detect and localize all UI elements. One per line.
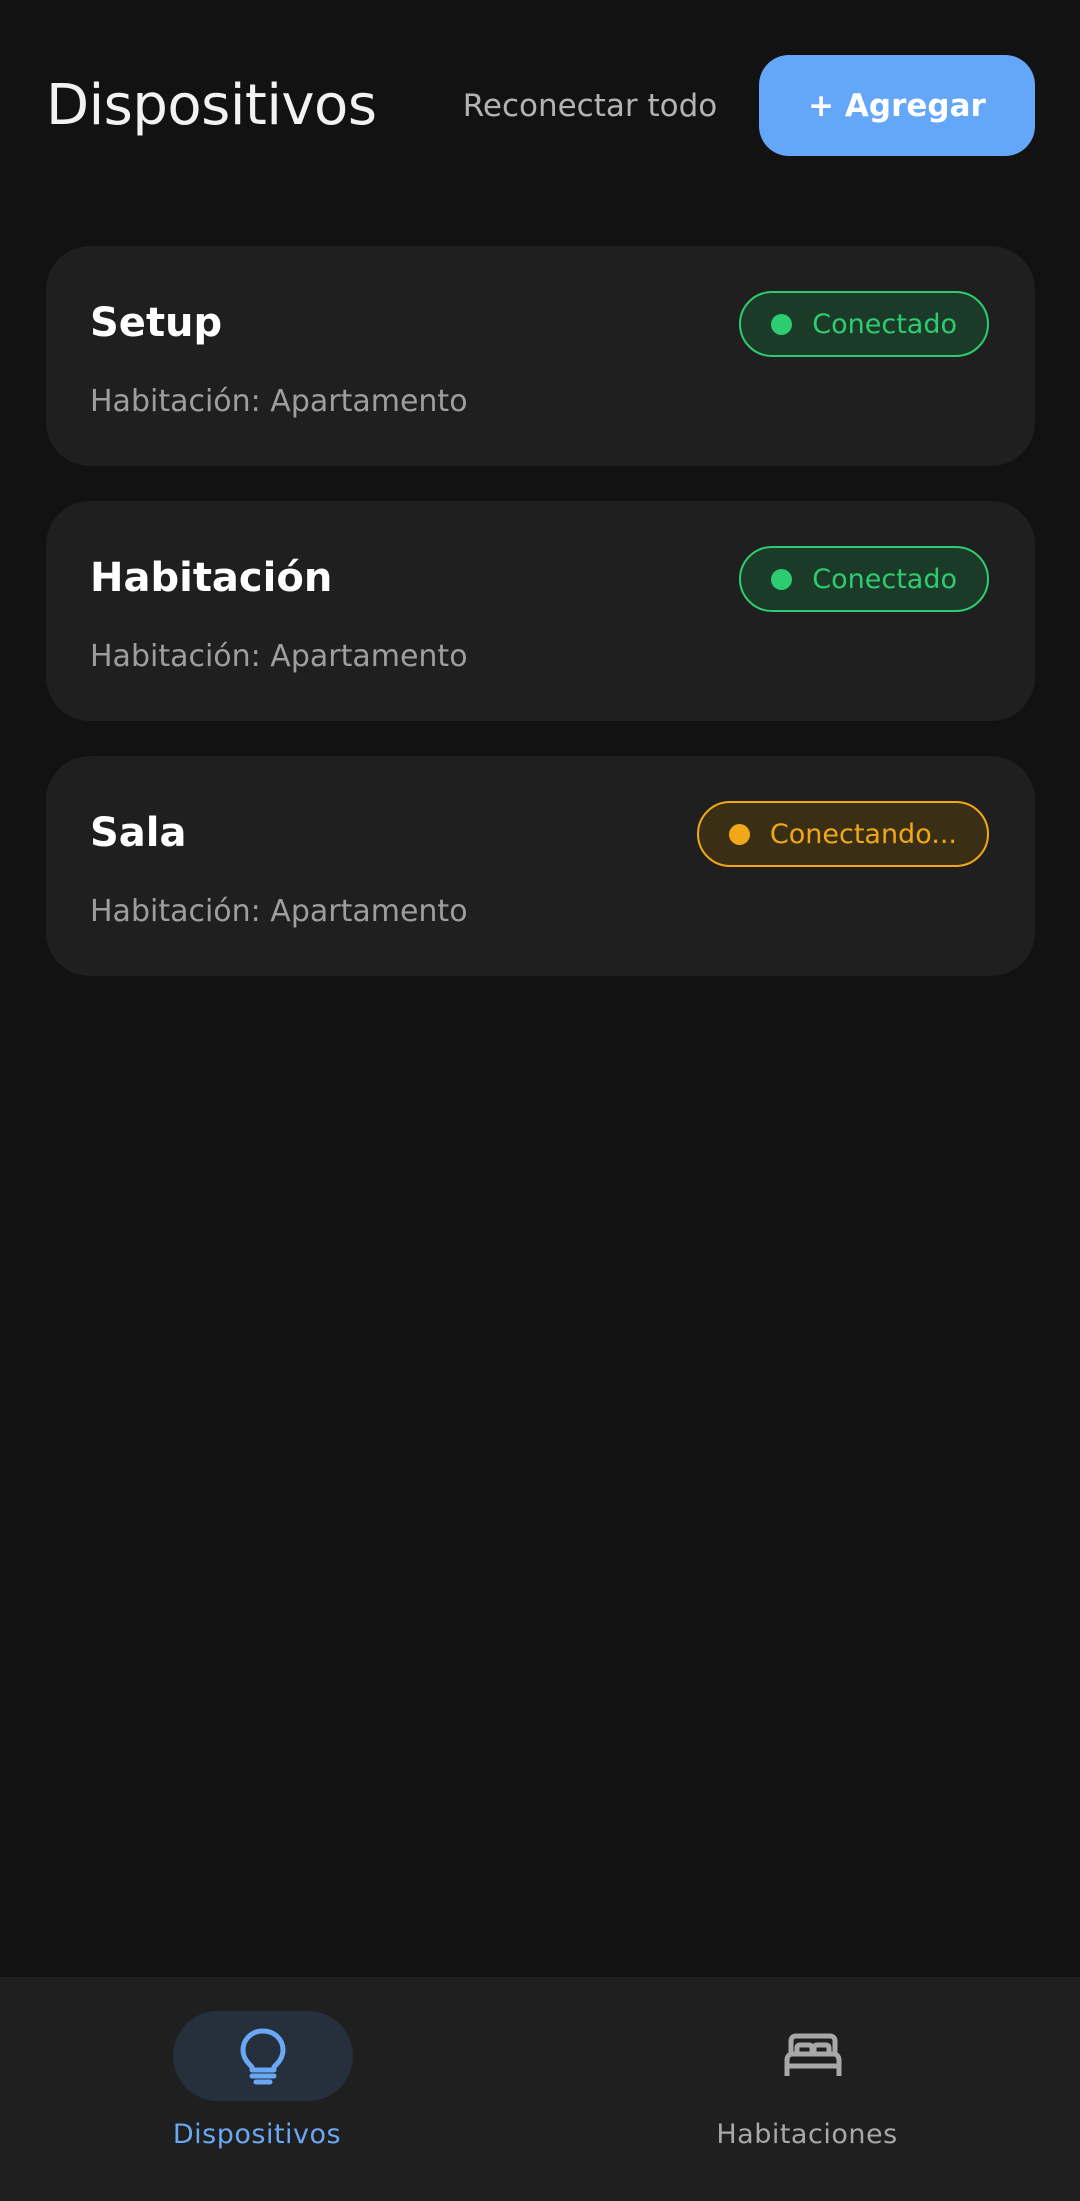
bottom-nav: Dispositivos Habitaciones [0, 1977, 1080, 2201]
device-room: Habitación: Apartamento [90, 384, 468, 419]
status-dot-icon [771, 568, 793, 590]
nav-label: Dispositivos [172, 2119, 342, 2150]
header: Dispositivos Reconectar todo + Agregar [0, 0, 1080, 200]
nav-item-dispositivos[interactable]: Dispositivos [0, 1977, 540, 2201]
device-card-habitacion[interactable]: Habitación Habitación: Apartamento Conec… [46, 501, 1035, 721]
nav-item-habitaciones[interactable]: Habitaciones [540, 1977, 1080, 2201]
status-badge: Conectando... [696, 801, 989, 867]
device-name: Setup [90, 300, 223, 346]
status-badge: Conectado [739, 291, 989, 357]
device-card-setup[interactable]: Setup Habitación: Apartamento Conectado [46, 246, 1035, 466]
nav-active-indicator [173, 2011, 353, 2101]
lightbulb-icon [240, 2028, 286, 2085]
add-device-button[interactable]: + Agregar [759, 55, 1035, 156]
status-label: Conectado [812, 308, 957, 340]
page-title: Dispositivos [46, 73, 377, 138]
status-label: Conectado [812, 563, 957, 595]
nav-icon-container [723, 2011, 903, 2101]
device-card-sala[interactable]: Sala Habitación: Apartamento Conectando.… [46, 756, 1035, 976]
device-list: Setup Habitación: Apartamento Conectado … [46, 246, 1035, 1011]
status-dot-icon [728, 823, 750, 845]
app-root: Dispositivos Reconectar todo + Agregar S… [0, 0, 1080, 2201]
status-dot-icon [771, 313, 793, 335]
bed-icon [784, 2033, 842, 2076]
device-room: Habitación: Apartamento [90, 639, 468, 674]
status-badge: Conectado [739, 546, 989, 612]
status-label: Conectando... [769, 818, 957, 850]
device-name: Habitación [90, 555, 333, 601]
device-name: Sala [90, 810, 187, 856]
nav-label: Habitaciones [716, 2119, 898, 2150]
reconnect-all-button[interactable]: Reconectar todo [452, 78, 728, 134]
device-room: Habitación: Apartamento [90, 894, 468, 929]
